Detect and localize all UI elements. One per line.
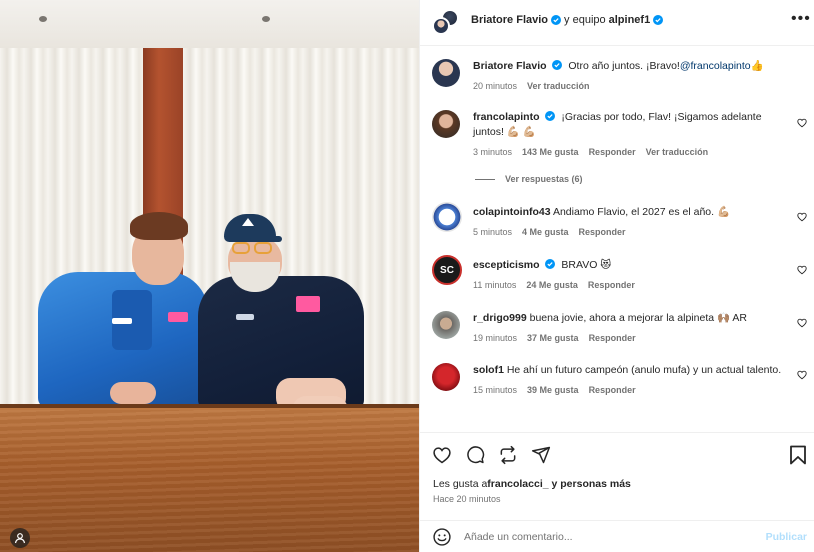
add-comment-bar: Publicar — [420, 520, 814, 552]
post-header: Briatore Flavio y equipo alpinef1 ••• — [420, 0, 814, 46]
comment-input[interactable] — [464, 528, 754, 546]
author-username[interactable]: Briatore Flavio — [471, 14, 548, 26]
avatar[interactable] — [432, 110, 460, 138]
likes-prefix: Les gusta a — [433, 478, 488, 490]
comment-likes[interactable]: 4 Me gusta — [522, 225, 569, 240]
more-options-icon[interactable]: ••• — [791, 11, 810, 30]
header-avatars[interactable] — [432, 9, 460, 37]
comment-likes[interactable]: 39 Me gusta — [527, 383, 579, 398]
mention-link[interactable]: @francolapinto — [680, 60, 751, 72]
avatar[interactable] — [432, 311, 460, 339]
reply-button[interactable]: Responder — [589, 331, 636, 346]
ceiling-light — [262, 16, 270, 22]
heart-icon[interactable] — [797, 370, 807, 380]
post-side-panel: Briatore Flavio y equipo alpinef1 ••• Br… — [419, 0, 814, 552]
heart-icon[interactable] — [797, 318, 807, 328]
replies-line — [475, 178, 495, 180]
thumbs-up-emoji: 👍 — [750, 60, 764, 72]
heart-icon[interactable] — [797, 212, 807, 222]
avatar[interactable] — [432, 363, 460, 391]
ceiling-light — [39, 16, 47, 22]
header-title: Briatore Flavio y equipo alpinef1 — [471, 14, 666, 26]
heart-icon[interactable] — [797, 118, 807, 128]
avatar[interactable]: SC — [432, 255, 462, 285]
tagged-users-icon[interactable] — [10, 528, 30, 548]
bookmark-icon[interactable] — [789, 445, 807, 465]
verified-icon — [653, 15, 664, 25]
liked-by-user[interactable]: francolacci_ — [487, 478, 548, 490]
comment-username[interactable]: Briatore Flavio — [473, 60, 547, 72]
likes-others[interactable]: y personas más — [552, 478, 631, 490]
likes-summary: Les gusta afrancolacci_ y personas más — [433, 478, 631, 490]
ceiling — [0, 0, 419, 48]
comment-username[interactable]: francolapinto — [473, 111, 540, 123]
header-joiner: y equipo — [564, 14, 606, 26]
verified-icon — [545, 111, 556, 121]
like-heart-icon[interactable] — [432, 445, 452, 465]
avatar[interactable] — [432, 202, 462, 232]
comment-time[interactable]: 15 minutos — [473, 383, 517, 398]
post-photo[interactable] — [0, 0, 419, 552]
reply-button[interactable]: Responder — [579, 225, 626, 240]
verified-icon — [551, 15, 562, 25]
verified-icon — [552, 60, 563, 70]
comment-time[interactable]: 3 minutos — [473, 145, 512, 160]
heart-icon[interactable] — [797, 265, 807, 275]
reply-button[interactable]: Responder — [588, 278, 635, 293]
translate-link[interactable]: Ver traducción — [646, 145, 709, 160]
post-timestamp[interactable]: Hace 20 minutos — [433, 494, 501, 504]
comment-text: He ahí un futuro campeón (anulo mufa) y … — [506, 364, 782, 376]
repost-icon[interactable] — [498, 445, 518, 465]
comment-text: Otro año juntos. ¡Bravo! — [568, 60, 680, 72]
comment-time[interactable]: 5 minutos — [473, 225, 512, 240]
comment-username[interactable]: escepticismo — [473, 259, 540, 271]
table-edge — [0, 404, 419, 408]
reply-button[interactable]: Responder — [589, 383, 636, 398]
comment-username[interactable]: colapintoinfo43 — [473, 206, 551, 218]
avatar[interactable] — [432, 59, 460, 87]
comment-text: BRAVO 😻 — [561, 259, 612, 271]
comment-icon[interactable] — [465, 445, 485, 465]
collaborator-username[interactable]: alpinef1 — [609, 14, 651, 26]
comment-time[interactable]: 20 minutos — [473, 79, 517, 94]
view-replies-button[interactable]: Ver respuestas (6) — [475, 174, 583, 184]
comment-time[interactable]: 11 minutos — [473, 278, 516, 293]
comments-list[interactable]: Briatore Flavio Otro año juntos. ¡Bravo!… — [420, 47, 814, 432]
comment-time[interactable]: 19 minutos — [473, 331, 517, 346]
translate-link[interactable]: Ver traducción — [527, 79, 590, 94]
avatar-initials: SC — [440, 264, 454, 276]
view-replies-label: Ver respuestas (6) — [505, 174, 583, 184]
table-grain — [0, 410, 419, 552]
comment-text: Andiamo Flavio, el 2027 es el año. 💪🏼 — [552, 206, 731, 218]
avatar-briatore[interactable] — [432, 17, 450, 35]
comment-likes[interactable]: 143 Me gusta — [522, 145, 579, 160]
reply-button[interactable]: Responder — [589, 145, 636, 160]
comment-username[interactable]: solof1 — [473, 364, 504, 376]
publish-button[interactable]: Publicar — [766, 531, 807, 543]
comment-text: buena jovie, ahora a mejorar la alpineta… — [529, 312, 747, 324]
emoji-icon[interactable] — [432, 527, 452, 547]
comment-likes[interactable]: 24 Me gusta — [526, 278, 578, 293]
comment-username[interactable]: r_drigo999 — [473, 312, 527, 324]
verified-icon — [545, 259, 556, 269]
comment-likes[interactable]: 37 Me gusta — [527, 331, 579, 346]
share-icon[interactable] — [531, 445, 551, 465]
